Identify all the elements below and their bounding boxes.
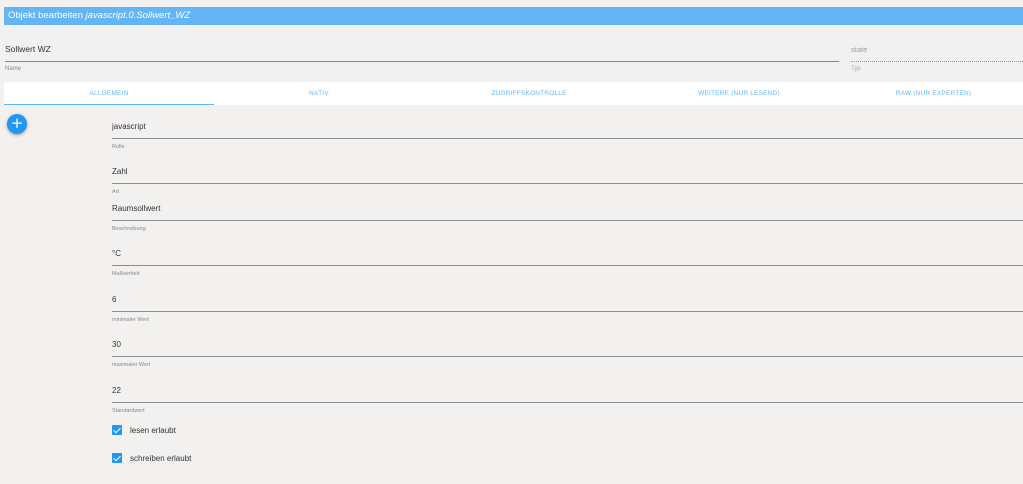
default-value-field-label: Standardwert xyxy=(112,408,145,414)
object-header: Sollwert WZ Name state Typ xyxy=(0,25,1023,82)
dialog-title-bar: Objekt bearbeiten javascript.0.Sollwert_… xyxy=(4,7,1023,25)
max-value-field[interactable]: 30 xyxy=(112,336,1023,357)
type-select-value: state xyxy=(851,45,868,54)
name-input-value: Sollwert WZ xyxy=(5,44,51,54)
default-value-field[interactable]: 22 xyxy=(112,382,1023,403)
tab-weitere[interactable]: Weitere (nur lesend) xyxy=(634,82,844,105)
name-input[interactable]: Sollwert WZ xyxy=(5,39,839,62)
description-field-label: Beschreibung xyxy=(112,226,146,232)
type-select[interactable]: state xyxy=(851,39,1023,62)
tab-zugriffskontrolle[interactable]: Zugriffskontrolle xyxy=(424,82,634,105)
min-value-field-label: minimaler Wert xyxy=(112,317,149,323)
tab-bar: Allgemein Nativ Zugriffskontrolle Weiter… xyxy=(4,82,1023,105)
read-allowed-row: lesen erlaubt xyxy=(112,424,176,436)
type-field-value: Zahl xyxy=(112,167,128,176)
add-button[interactable]: + xyxy=(7,114,27,134)
default-value-field-value: 22 xyxy=(112,386,121,395)
read-allowed-label: lesen erlaubt xyxy=(130,425,176,435)
unit-field-label: Maßeinheit xyxy=(112,271,140,277)
description-field-value: Raumsollwert xyxy=(112,204,161,213)
tab-nativ[interactable]: Nativ xyxy=(214,82,424,105)
top-strip xyxy=(0,0,1023,7)
dialog-title-prefix: Objekt bearbeiten xyxy=(8,10,86,21)
tab-raw[interactable]: Raw (nur Experten) xyxy=(844,82,1023,105)
type-select-label: Typ xyxy=(851,66,861,72)
name-input-label: Name xyxy=(5,66,22,72)
role-field-label: Rolle xyxy=(112,144,125,150)
max-value-field-value: 30 xyxy=(112,340,121,349)
min-value-field[interactable]: 6 xyxy=(112,291,1023,312)
read-allowed-checkbox[interactable] xyxy=(112,425,122,435)
tab-allgemein[interactable]: Allgemein xyxy=(4,82,214,105)
unit-field-value: °C xyxy=(112,249,121,258)
write-allowed-row: schreiben erlaubt xyxy=(112,452,191,464)
plus-icon: + xyxy=(10,114,24,132)
description-field[interactable]: Raumsollwert xyxy=(112,200,1023,221)
write-allowed-checkbox[interactable] xyxy=(112,453,122,463)
type-field[interactable]: Zahl xyxy=(112,163,1023,184)
max-value-field-label: maximaler Wert xyxy=(112,362,151,368)
role-field[interactable]: javascript xyxy=(112,118,1023,139)
role-field-value: javascript xyxy=(112,122,146,131)
min-value-field-value: 6 xyxy=(112,295,117,304)
dialog-title-object: javascript.0.Sollwert_WZ xyxy=(85,10,191,21)
write-allowed-label: schreiben erlaubt xyxy=(130,453,192,463)
unit-field[interactable]: °C xyxy=(112,245,1023,266)
type-field-label: Art xyxy=(112,189,120,195)
